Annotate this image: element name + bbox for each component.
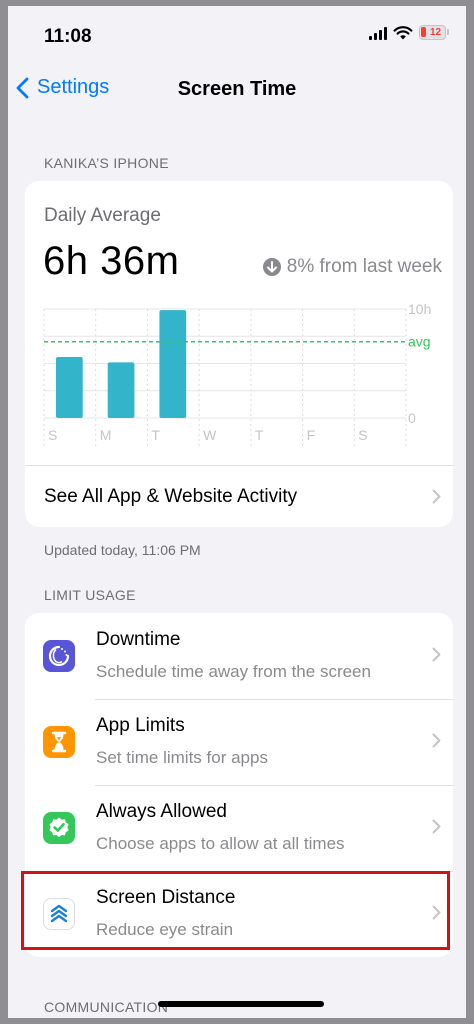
chevron-right-icon (432, 647, 441, 662)
chart-x-tick-label: W (203, 427, 217, 443)
checkmark-seal-icon (43, 812, 75, 844)
chart-y-tick-label: 10h (408, 301, 431, 317)
chart-x-tick-label: T (255, 427, 264, 443)
chart-x-tick-label: S (358, 427, 367, 443)
status-bar: 11:08 12 (8, 6, 466, 66)
screen-time-summary-card: Daily Average 6h 36m 8% from last week a… (25, 181, 453, 527)
navigation-bar: Settings Screen Time (8, 66, 466, 110)
chart-x-tick-label: T (151, 427, 160, 443)
screen-distance-subtitle: Reduce eye strain (96, 920, 234, 939)
chart-bar[interactable] (56, 356, 83, 418)
chart-x-tick-label: M (100, 427, 112, 443)
chevron-right-icon (432, 733, 441, 748)
see-all-activity-row[interactable]: See All App & Website Activity (25, 465, 453, 527)
screen-distance-row[interactable]: Screen Distance Reduce eye strain (25, 871, 453, 957)
downtime-subtitle: Schedule time away from the screen (96, 662, 371, 681)
limit-usage-section-header: LIMIT USAGE (44, 587, 136, 603)
home-indicator[interactable] (158, 1001, 324, 1007)
downtime-row[interactable]: Downtime Schedule time away from the scr… (25, 613, 453, 699)
limit-usage-card: Downtime Schedule time away from the scr… (25, 613, 453, 957)
chart-y-tick-label: 0 (408, 410, 416, 426)
chevron-right-icon (432, 905, 441, 920)
chevron-right-icon (432, 489, 441, 504)
chart-bar[interactable] (159, 310, 187, 418)
app-limits-subtitle: Set time limits for apps (96, 748, 268, 767)
chevrons-up-icon (43, 898, 75, 930)
see-all-activity-label: See All App & Website Activity (44, 485, 298, 507)
battery-level: 12 (429, 27, 442, 38)
wifi-icon (393, 25, 413, 39)
downtime-title: Downtime (96, 629, 181, 650)
screen-distance-title: Screen Distance (96, 887, 236, 908)
chart-x-tick-label: S (48, 427, 57, 443)
app-limits-row[interactable]: App Limits Set time limits for apps (25, 699, 453, 785)
app-limits-title: App Limits (96, 715, 185, 736)
hourglass-icon (43, 726, 75, 758)
device-section-header: KANIKA’S IPHONE (44, 155, 169, 171)
updated-timestamp: Updated today, 11:06 PM (44, 542, 201, 558)
cellular-signal-icon (369, 26, 387, 40)
downtime-icon (43, 640, 75, 672)
status-icons: 12 (369, 25, 449, 40)
phone-screen: 11:08 12 Settings Screen Time KANIKA’S I… (8, 6, 466, 1018)
chevron-right-icon (432, 819, 441, 834)
battery-icon: 12 (419, 25, 449, 40)
communication-section-header: COMMUNICATION (44, 999, 169, 1015)
page-title: Screen Time (177, 78, 297, 100)
always-allowed-subtitle: Choose apps to allow at all times (96, 834, 345, 853)
daily-usage-chart[interactable]: avg 10h 0 S M T W T F S (25, 181, 453, 461)
chart-x-tick-label: F (307, 427, 316, 443)
always-allowed-title: Always Allowed (96, 801, 227, 822)
chart-average-label: avg (408, 334, 431, 350)
status-time: 11:08 (44, 26, 92, 47)
always-allowed-row[interactable]: Always Allowed Choose apps to allow at a… (25, 785, 453, 871)
chart-bar[interactable] (107, 362, 135, 418)
